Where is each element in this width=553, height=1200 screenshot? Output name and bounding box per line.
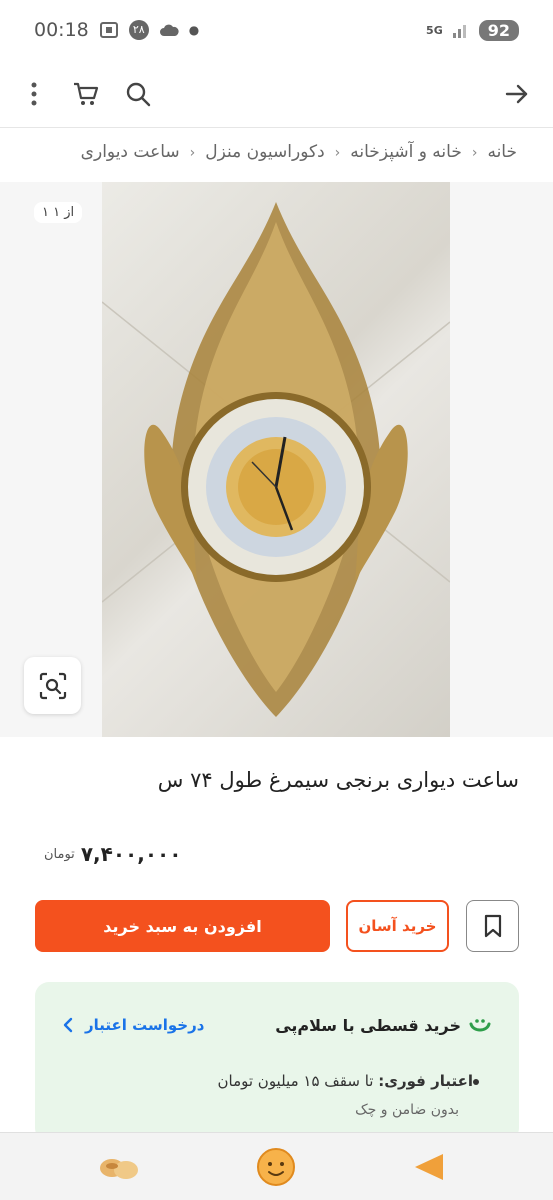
triangle-icon [415, 1154, 443, 1180]
home-icon[interactable] [252, 1143, 300, 1191]
price-currency: تومان [44, 846, 75, 862]
search-icon[interactable] [118, 74, 158, 114]
status-time: 00:18 [34, 19, 89, 41]
network-label: 5G [426, 23, 443, 37]
signal-icon [452, 25, 466, 38]
bullet [473, 1079, 479, 1085]
breadcrumb-item-home[interactable]: خانه [487, 128, 517, 176]
screenshot-icon [99, 22, 118, 38]
product-gallery[interactable]: ۱ از ۱ [0, 182, 553, 737]
bookmark-button[interactable] [466, 900, 519, 952]
notification-badge: ۲۸ [128, 20, 149, 40]
top-toolbar [0, 60, 553, 128]
chevron-left-icon: ‹ [189, 145, 196, 161]
status-bar: 00:18 ۲۸ ● 5G 92 [0, 0, 553, 60]
request-credit-link[interactable]: درخواست اعتبار [63, 1016, 204, 1034]
product-image[interactable] [102, 182, 450, 737]
status-left: 00:18 ۲۸ ● [34, 19, 199, 41]
chevron-left-icon [63, 1017, 73, 1033]
credit-note: بدون ضامن و چک [355, 1102, 459, 1118]
play-icon[interactable] [404, 1143, 452, 1191]
face-icon [257, 1148, 295, 1186]
back-arrow-icon[interactable] [497, 74, 537, 114]
credit-header: خرید قسطی با سلام‌پی [275, 1016, 491, 1035]
price-value: ۷,۴۰۰,۰۰۰ [80, 842, 182, 866]
visual-search-button[interactable] [24, 657, 81, 714]
cloud-icon [159, 24, 179, 36]
more-icon[interactable] [14, 74, 54, 114]
nav-icon[interactable] [95, 1143, 143, 1191]
visual-search-icon [39, 672, 66, 699]
instant-credit-label: اعتبار فوری: [378, 1072, 473, 1090]
request-credit-label: درخواست اعتبار [85, 1016, 205, 1034]
image-counter: ۱ از ۱ [34, 202, 83, 223]
clock-illustration [102, 202, 450, 717]
breadcrumb-item-kitchen[interactable]: خانه و آشپزخانه [350, 128, 462, 176]
add-to-cart-button[interactable]: افزودن به سبد خرید [35, 900, 330, 952]
cart-icon[interactable] [66, 74, 106, 114]
easy-buy-button[interactable]: خرید آسان [346, 900, 449, 952]
credit-title: خرید قسطی با سلام‌پی [275, 1016, 461, 1035]
chevron-left-icon: ‹ [334, 145, 341, 161]
breadcrumb-item-clock[interactable]: ساعت دیواری [81, 128, 180, 176]
bookmark-icon [484, 914, 501, 938]
breadcrumb: خانه ‹ خانه و آشپزخانه ‹ دکوراسیون منزل ‹ ساعت… [0, 128, 553, 180]
chevron-left-icon: ‹ [471, 145, 478, 161]
dot-icon: ● [188, 23, 200, 37]
status-right: 5G 92 [426, 19, 519, 41]
snack-icon [100, 1159, 138, 1179]
breadcrumb-item-decor[interactable]: دکوراسیون منزل [205, 128, 324, 176]
instant-credit-value: تا سقف ۱۵ میلیون تومان [217, 1072, 374, 1090]
bottom-nav-bar [0, 1132, 553, 1200]
installment-credit-box: خرید قسطی با سلام‌پی درخواست اعتبار اعتب… [35, 982, 519, 1142]
battery-indicator: 92 [478, 19, 519, 41]
salampay-logo-icon [469, 1018, 491, 1031]
instant-credit-row: اعتبار فوری: تا سقف ۱۵ میلیون تومان [217, 1072, 473, 1090]
product-price: تومان ۷,۴۰۰,۰۰۰ [44, 842, 181, 866]
product-title: ساعت دیواری برنجی سیمرغ طول ۷۴ س [157, 768, 519, 792]
